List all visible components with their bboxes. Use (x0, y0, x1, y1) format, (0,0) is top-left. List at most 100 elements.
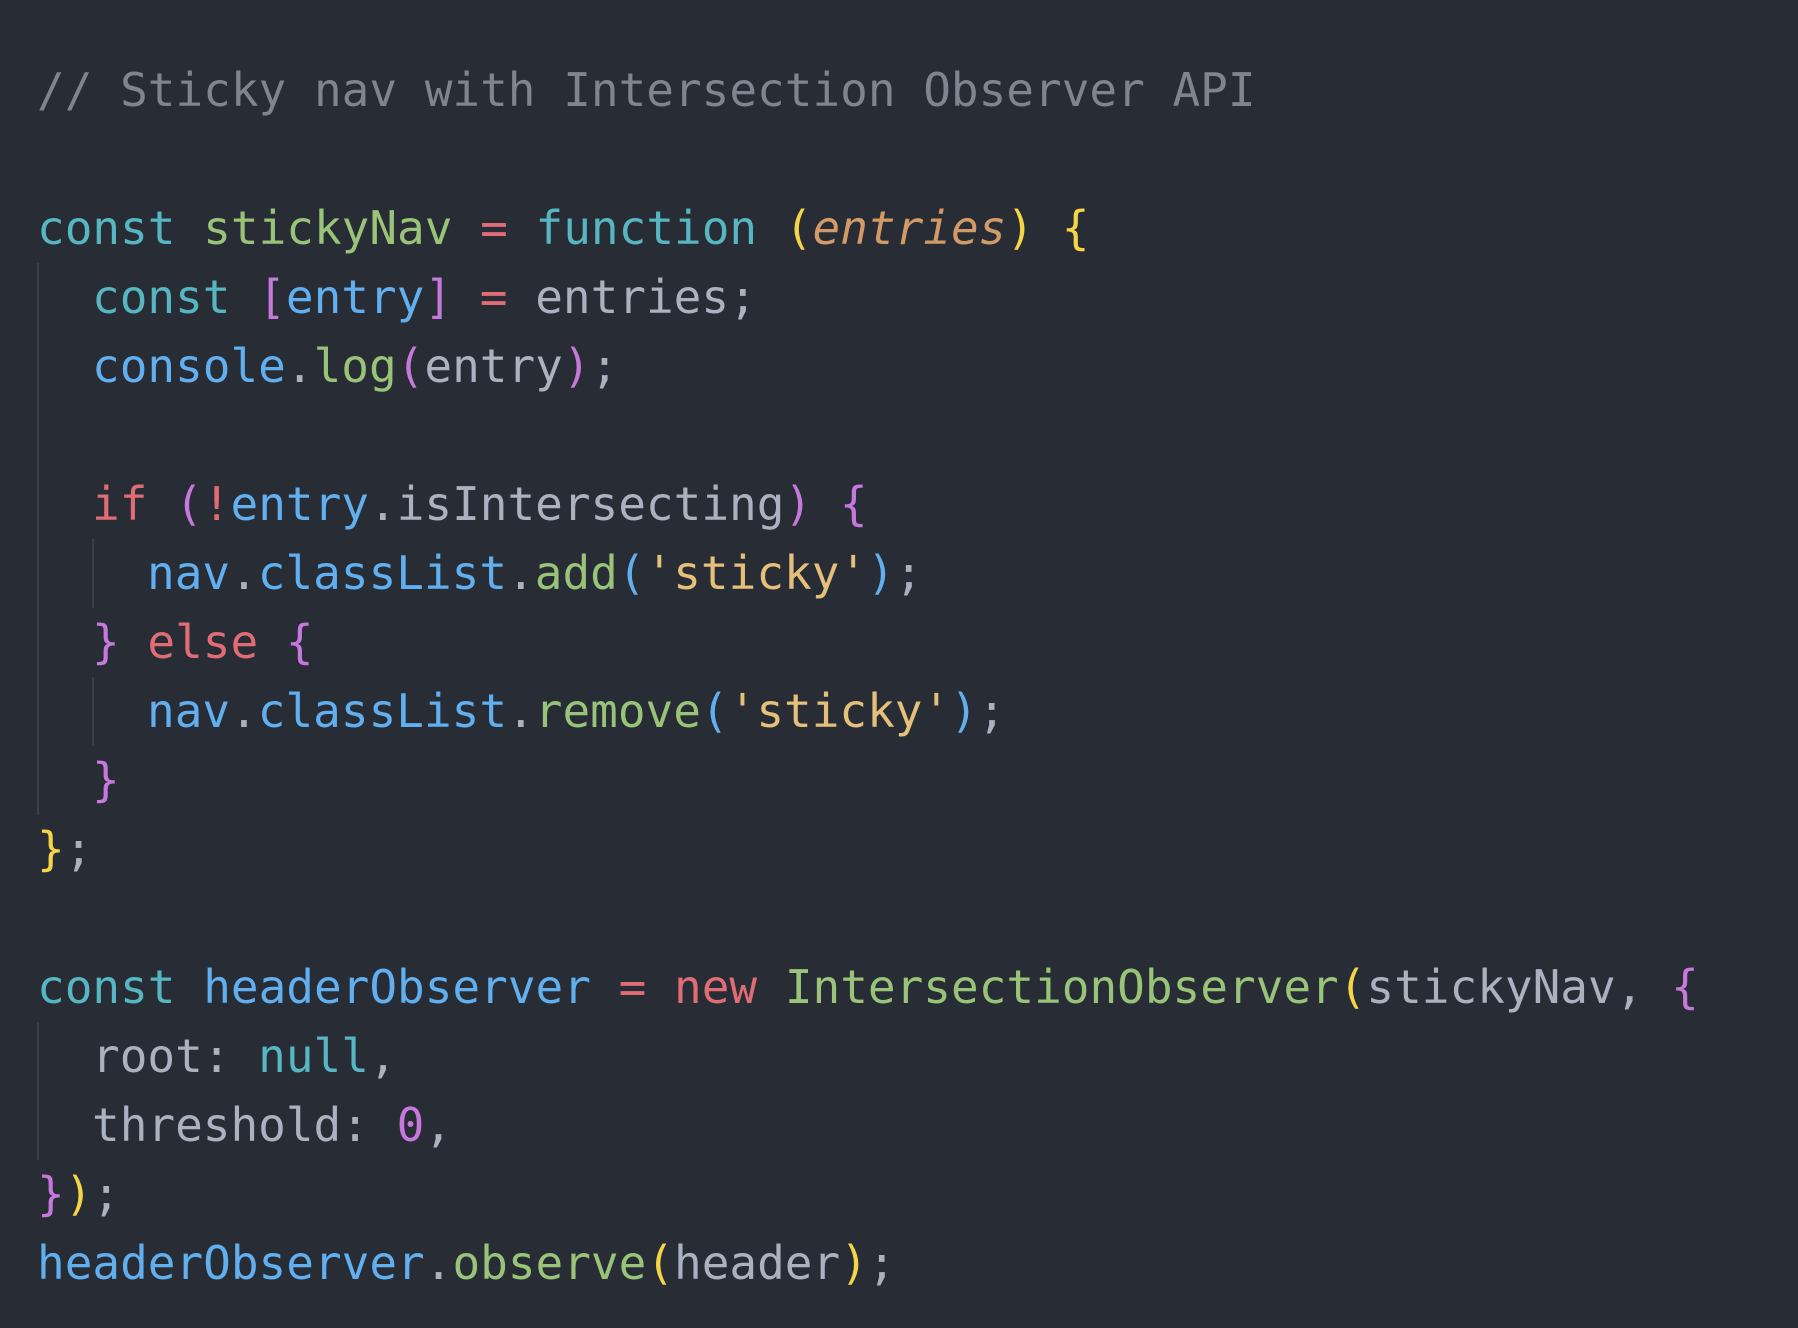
code-line: // Sticky nav with Intersection Observer… (37, 56, 1798, 125)
variable-token: headerObserver (203, 960, 591, 1014)
string-token: 'sticky' (645, 546, 868, 600)
keyword-token: if (92, 477, 148, 531)
punctuation-token: . (230, 546, 258, 600)
code-line: }); (37, 1160, 1798, 1229)
code-line: threshold: 0, (37, 1091, 1798, 1160)
code-line: const [entry] = entries; (37, 263, 1798, 332)
keyword-token: else (147, 615, 259, 669)
code-line: }; (37, 815, 1798, 884)
bracket-token: ( (1338, 960, 1367, 1014)
bracket-token: ) (950, 684, 978, 738)
punctuation-token: . (285, 339, 314, 393)
null-token: null (258, 1029, 369, 1083)
bracket-token: { (839, 477, 868, 531)
string-token: 'sticky' (728, 684, 951, 738)
operator-token: = (479, 270, 508, 324)
variable-token: headerObserver (37, 1236, 425, 1290)
code-line: } else { (37, 608, 1798, 677)
indent-guide (37, 677, 39, 746)
bracket-token: ) (1006, 201, 1035, 255)
variable-token: entry (285, 270, 425, 324)
indent-guide (92, 677, 94, 746)
punctuation-token: , (368, 1029, 397, 1083)
bracket-token: ( (646, 1236, 675, 1290)
indent-guide (37, 263, 39, 332)
bracket-token: { (285, 615, 314, 669)
identifier-token: header (674, 1236, 841, 1290)
comment-token: // Sticky nav with Intersection Observer… (37, 63, 1256, 117)
code-editor[interactable]: // Sticky nav with Intersection Observer… (0, 0, 1798, 1328)
object-token: nav (147, 546, 231, 600)
method-token: add (534, 546, 618, 600)
indent-guide (37, 746, 39, 815)
method-token: remove (534, 684, 701, 738)
object-token: nav (147, 684, 231, 738)
variable-token: entry (230, 477, 369, 531)
bracket-token: } (92, 753, 120, 807)
keyword-token: new (674, 960, 758, 1014)
property-token: classList (257, 684, 508, 738)
punctuation-token: . (368, 477, 397, 531)
bracket-token: ( (784, 201, 813, 255)
punctuation-token: ; (590, 339, 619, 393)
parameter-token: entries (812, 201, 1007, 255)
operator-token: ! (202, 477, 231, 531)
punctuation-token: . (507, 684, 535, 738)
code-line: } (37, 746, 1798, 815)
object-token: console (92, 339, 286, 393)
identifier-token: entry (424, 339, 563, 393)
indent-guide (37, 1091, 39, 1160)
punctuation-token: ; (894, 546, 923, 600)
property-token: isIntersecting (396, 477, 785, 531)
bracket-token: ) (562, 339, 591, 393)
punctuation-token: . (507, 546, 535, 600)
function-name-token: stickyNav (203, 201, 453, 255)
punctuation-token: ; (977, 684, 1006, 738)
punctuation-token: ; (64, 822, 93, 876)
code-line: console.log(entry); (37, 332, 1798, 401)
code-line: headerObserver.observe(header); (37, 1229, 1798, 1298)
identifier-token: stickyNav, (1366, 960, 1672, 1014)
code-line: nav.classList.remove('sticky'); (37, 677, 1798, 746)
indent-guide (37, 470, 39, 539)
bracket-token: ) (64, 1167, 93, 1221)
punctuation-token: ; (867, 1236, 896, 1290)
bracket-token: ] (424, 270, 453, 324)
bracket-token: ( (617, 546, 646, 600)
bracket-token: ) (867, 546, 895, 600)
punctuation-token: ; (92, 1167, 121, 1221)
bracket-token: ) (840, 1236, 868, 1290)
bracket-token: } (92, 615, 120, 669)
keyword-token: const (37, 960, 176, 1014)
operator-token: = (618, 960, 647, 1014)
bracket-token: [ (258, 270, 286, 324)
punctuation-token: . (424, 1236, 453, 1290)
bracket-token: ( (700, 684, 729, 738)
code-line: nav.classList.add('sticky'); (37, 539, 1798, 608)
bracket-token: } (37, 1167, 65, 1221)
keyword-token: const (37, 201, 176, 255)
method-token: observe (452, 1236, 647, 1290)
code-line: root: null, (37, 1022, 1798, 1091)
property-token: threshold: (92, 1098, 397, 1152)
bracket-token: ) (784, 477, 813, 531)
bracket-token: { (1061, 201, 1090, 255)
property-token: root: (92, 1029, 259, 1083)
number-token: 0 (396, 1098, 425, 1152)
keyword-token: function (535, 201, 758, 255)
bracket-token: ( (396, 339, 425, 393)
